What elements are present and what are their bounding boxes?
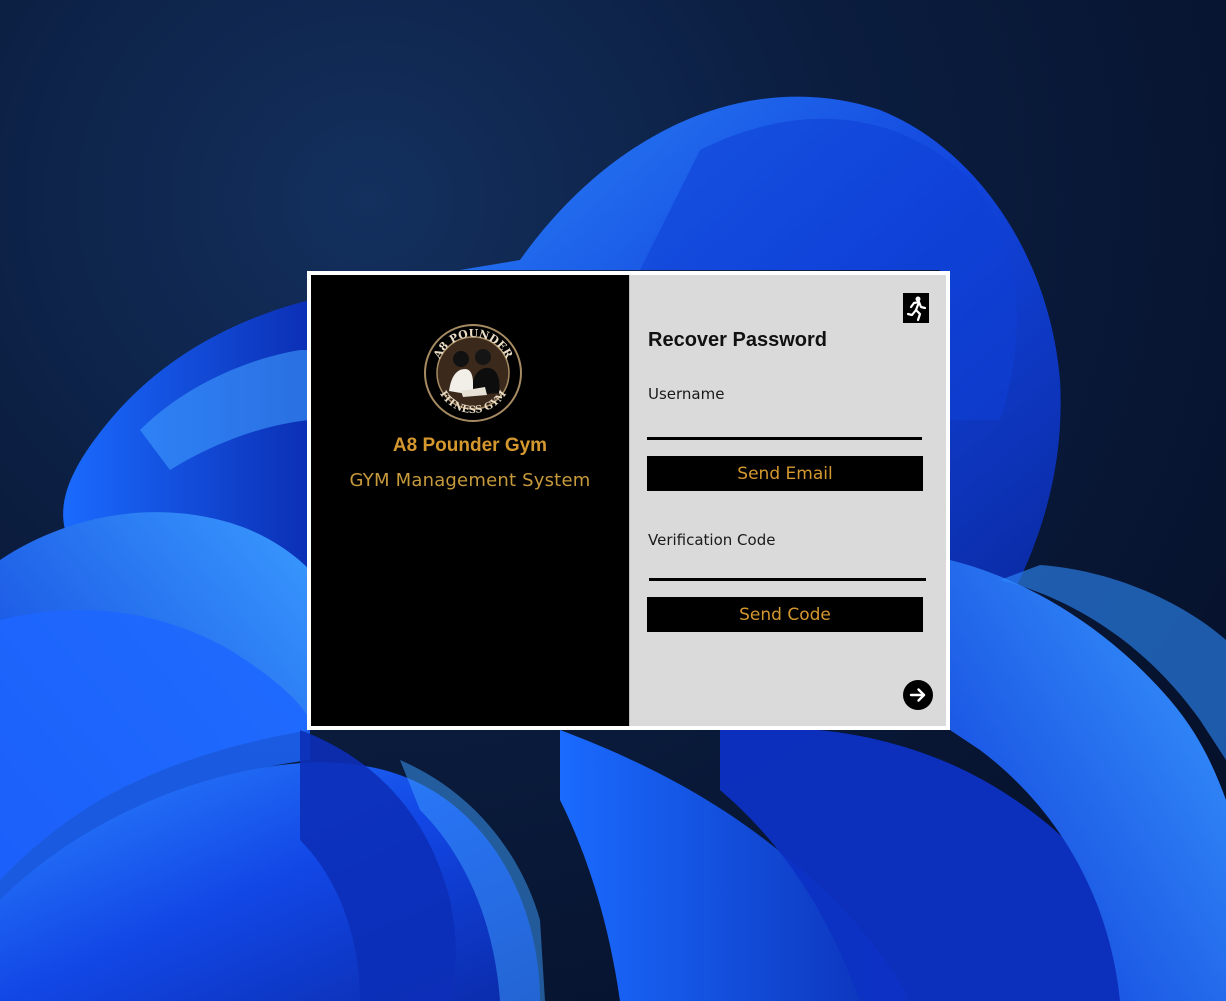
username-label: Username <box>648 385 725 403</box>
send-code-button[interactable]: Send Code <box>647 597 923 632</box>
brand-name: A8 Pounder Gym <box>392 435 548 456</box>
exit-icon[interactable] <box>903 293 929 323</box>
recover-password-window: A8 POUNDER FITNESS GYM A8 Pounder Gym GY… <box>307 271 950 730</box>
gym-logo: A8 POUNDER FITNESS GYM <box>423 323 523 423</box>
brand-subtitle: GYM Management System <box>349 470 591 491</box>
verification-code-input[interactable] <box>649 555 926 581</box>
username-input[interactable] <box>647 414 922 440</box>
form-title: Recover Password <box>648 329 827 351</box>
brand-panel: A8 POUNDER FITNESS GYM A8 Pounder Gym GY… <box>311 275 629 726</box>
desktop-background: A8 POUNDER FITNESS GYM A8 Pounder Gym GY… <box>0 0 1226 1001</box>
recover-form-panel: Recover Password Username Send Email Ver… <box>629 275 946 726</box>
send-email-button[interactable]: Send Email <box>647 456 923 491</box>
verification-code-label: Verification Code <box>648 531 776 549</box>
arrow-right-icon[interactable] <box>903 680 933 710</box>
